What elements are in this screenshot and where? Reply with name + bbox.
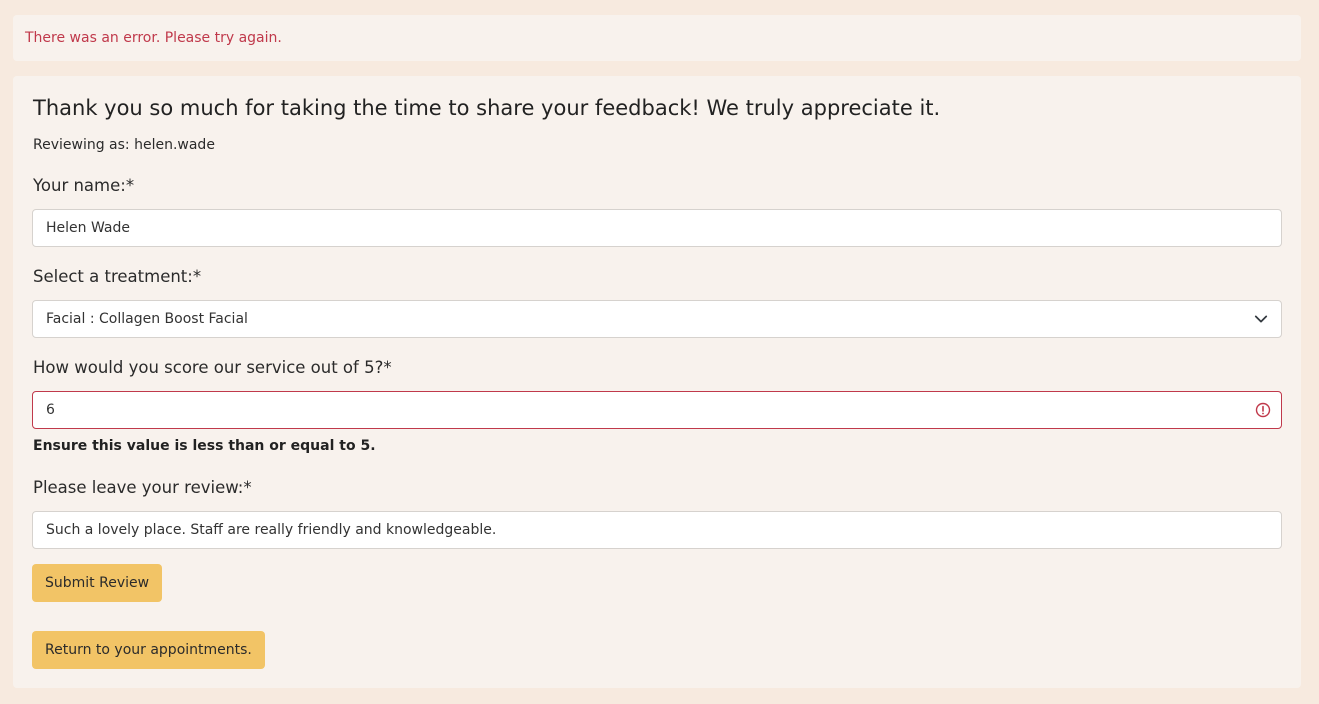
review-form-card: Thank you so much for taking the time to… [13,76,1301,688]
error-icon [1255,402,1271,418]
score-input-value: 6 [46,402,55,418]
page-title: Thank you so much for taking the time to… [33,96,941,120]
review-input[interactable]: Such a lovely place. Staff are really fr… [32,511,1282,549]
score-label: How would you score our service out of 5… [33,358,392,377]
submit-review-button[interactable]: Submit Review [32,564,163,602]
treatment-select-value: Facial : Collagen Boost Facial [46,311,248,327]
chevron-down-icon [1254,315,1268,323]
name-label: Your name:* [33,176,135,195]
treatment-label: Select a treatment:* [33,267,202,286]
return-to-appointments-button[interactable]: Return to your appointments. [32,631,265,669]
review-input-value: Such a lovely place. Staff are really fr… [46,522,497,538]
name-input-value: Helen Wade [46,220,130,236]
score-input[interactable]: 6 [32,391,1282,429]
error-alert-message: There was an error. Please try again. [25,30,282,46]
score-error-message: Ensure this value is less than or equal … [33,438,376,454]
treatment-select[interactable]: Facial : Collagen Boost Facial [32,300,1282,338]
reviewing-as-text: Reviewing as: helen.wade [33,137,215,153]
error-alert: There was an error. Please try again. [13,15,1301,61]
review-label: Please leave your review:* [33,478,252,497]
name-input[interactable]: Helen Wade [32,209,1282,247]
